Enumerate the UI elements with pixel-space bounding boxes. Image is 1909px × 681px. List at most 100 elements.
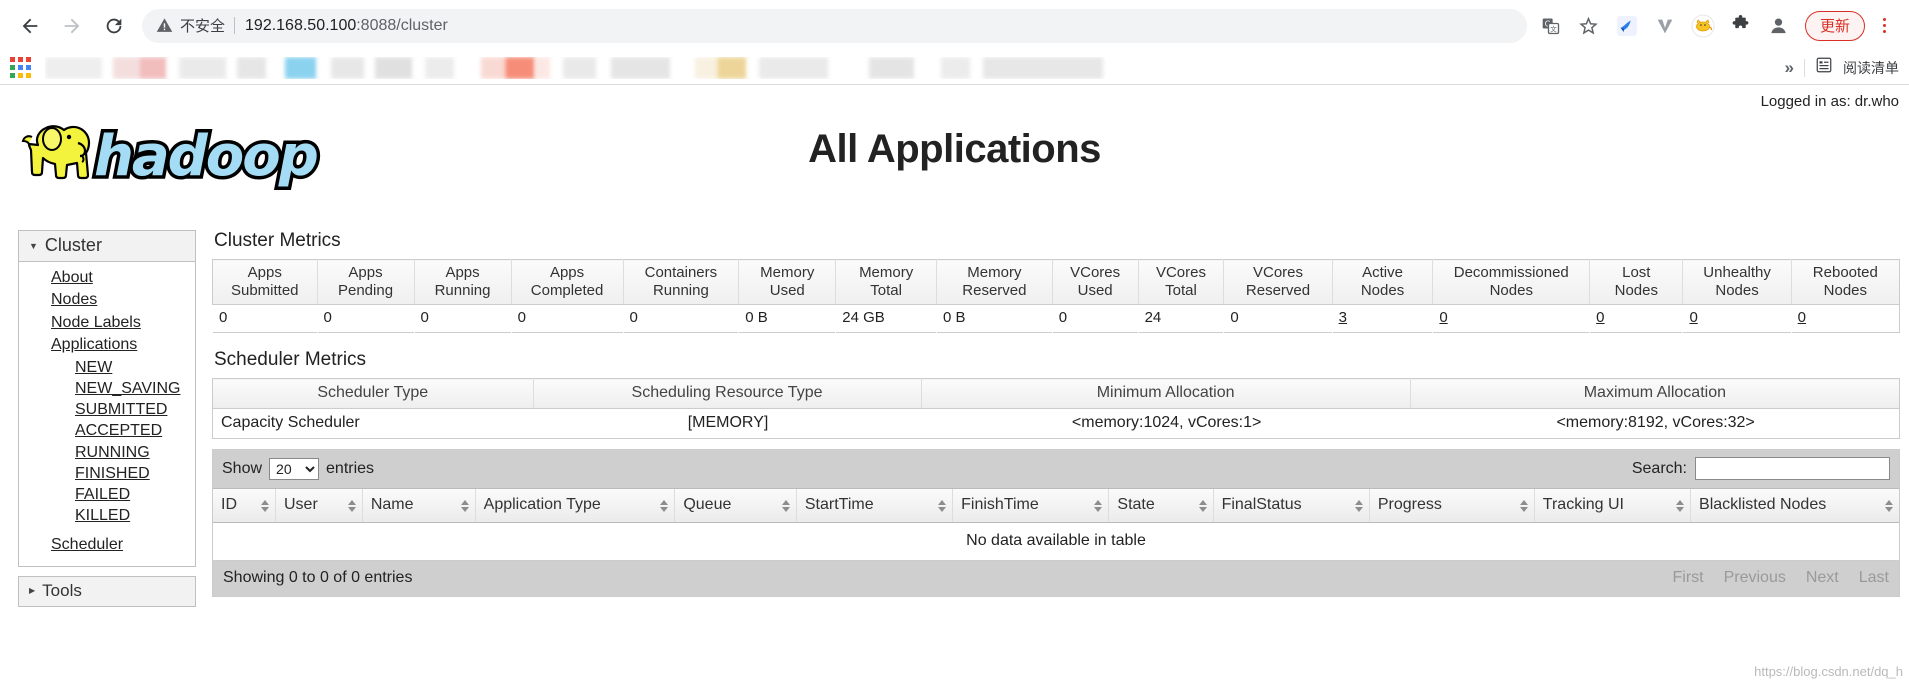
- bookmark-item[interactable]: [413, 56, 425, 79]
- bookmark-item[interactable]: [551, 56, 563, 79]
- reload-icon[interactable]: [94, 6, 134, 46]
- bookmark-item[interactable]: [331, 56, 365, 79]
- sidebar-tools-header[interactable]: ▶ Tools: [19, 576, 195, 606]
- cluster-metric-link[interactable]: 0: [1596, 309, 1604, 326]
- sidebar-link-new-saving[interactable]: NEW_SAVING: [19, 378, 195, 399]
- apps-column-finishtime[interactable]: FinishTime: [952, 489, 1109, 524]
- pager-next[interactable]: Next: [1806, 569, 1839, 587]
- datatable-pagination: First Previous Next Last: [1672, 569, 1889, 587]
- bookmark-item[interactable]: [425, 56, 455, 79]
- bookmark-item[interactable]: [103, 56, 113, 79]
- bird-extension-icon[interactable]: [1609, 8, 1645, 44]
- apps-column-finalstatus[interactable]: FinalStatus: [1212, 489, 1370, 524]
- cluster-metric-value[interactable]: 0: [1433, 305, 1590, 333]
- apps-column-blacklisted-nodes[interactable]: Blacklisted Nodes: [1690, 489, 1899, 524]
- bookmark-item[interactable]: [971, 56, 983, 79]
- cluster-metric-value[interactable]: 0: [1683, 305, 1791, 333]
- bookmark-item[interactable]: [139, 56, 167, 79]
- bookmark-item[interactable]: [285, 56, 317, 79]
- bookmark-item[interactable]: [747, 56, 759, 79]
- bookmark-item[interactable]: [611, 56, 671, 79]
- bookmark-item[interactable]: [915, 56, 941, 79]
- cluster-metric-value: 0: [323, 309, 332, 327]
- update-button[interactable]: 更新: [1804, 10, 1865, 41]
- bookmark-item[interactable]: [941, 56, 971, 79]
- cat-extension-icon[interactable]: [1685, 8, 1721, 44]
- apps-column-tracking-ui[interactable]: Tracking UI: [1533, 489, 1691, 524]
- forward-arrow-icon[interactable]: [52, 6, 92, 46]
- bookmark-item[interactable]: [365, 56, 375, 79]
- bookmark-item[interactable]: [317, 56, 331, 79]
- cluster-metric-link[interactable]: 3: [1339, 309, 1347, 326]
- sidebar-link-finished[interactable]: FINISHED: [19, 463, 195, 484]
- star-icon[interactable]: [1571, 8, 1607, 44]
- apps-column-application-type[interactable]: Application Type: [474, 489, 675, 524]
- bookmark-item[interactable]: [505, 56, 535, 79]
- apps-column-user[interactable]: User: [275, 489, 363, 524]
- bookmark-item[interactable]: [455, 56, 481, 79]
- sidebar-link-submitted[interactable]: SUBMITTED: [19, 399, 195, 420]
- apps-column-name[interactable]: Name: [361, 489, 476, 524]
- bookmark-item[interactable]: [983, 56, 1103, 79]
- blurred-bookmark-items[interactable]: [45, 56, 1775, 79]
- sidebar-link-about[interactable]: About: [19, 267, 195, 289]
- cluster-metric-value[interactable]: 0: [1590, 305, 1683, 333]
- apps-grid-icon[interactable]: [10, 57, 31, 78]
- profile-avatar-icon[interactable]: [1761, 8, 1797, 44]
- bookmark-item[interactable]: [179, 56, 227, 79]
- sidebar-link-applications[interactable]: Applications: [19, 334, 195, 356]
- sidebar-link-nodes[interactable]: Nodes: [19, 289, 195, 311]
- bookmark-item[interactable]: [563, 56, 597, 79]
- bookmark-item[interactable]: [167, 56, 179, 79]
- three-dot-menu-icon[interactable]: [1869, 8, 1899, 44]
- reading-list-icon[interactable]: [1815, 56, 1833, 79]
- bookmark-item[interactable]: [45, 56, 103, 79]
- bookmarks-overflow-icon[interactable]: »: [1785, 58, 1794, 78]
- address-bar[interactable]: 不安全 192.168.50.100:8088/cluster: [142, 8, 1527, 43]
- translate-icon[interactable]: G 文: [1533, 8, 1569, 44]
- cluster-metric-value[interactable]: 3: [1332, 305, 1433, 333]
- sidebar-link-accepted[interactable]: ACCEPTED: [19, 420, 195, 441]
- apps-column-progress[interactable]: Progress: [1368, 489, 1535, 524]
- back-arrow-icon[interactable]: [10, 6, 50, 46]
- bookmark-item[interactable]: [759, 56, 829, 79]
- puzzle-extensions-icon[interactable]: [1723, 8, 1759, 44]
- sidebar-link-new[interactable]: NEW: [19, 357, 195, 378]
- pager-previous[interactable]: Previous: [1724, 569, 1786, 587]
- search-input[interactable]: [1695, 457, 1890, 481]
- bookmark-item[interactable]: [481, 56, 505, 79]
- applications-table: ID User Name Application Type Queue StartTime…: [213, 489, 1899, 524]
- sidebar-link-killed[interactable]: KILLED: [19, 505, 195, 526]
- bookmark-item[interactable]: [375, 56, 413, 79]
- sidebar-cluster-header[interactable]: ▼ Cluster: [19, 231, 195, 262]
- reading-list-label[interactable]: 阅读清单: [1843, 58, 1899, 78]
- apps-column-starttime[interactable]: StartTime: [795, 489, 953, 524]
- cluster-metric-link[interactable]: 0: [1439, 309, 1447, 326]
- pager-last[interactable]: Last: [1859, 569, 1889, 587]
- sidebar-link-node-labels[interactable]: Node Labels: [19, 312, 195, 334]
- sidebar-link-running[interactable]: RUNNING: [19, 442, 195, 463]
- bookmark-item[interactable]: [829, 56, 869, 79]
- sidebar-link-scheduler[interactable]: Scheduler: [19, 534, 195, 556]
- sidebar-tools-group[interactable]: ▶ Tools: [18, 575, 196, 607]
- cluster-metric-link[interactable]: 0: [1798, 309, 1806, 326]
- apps-column-queue[interactable]: Queue: [674, 489, 797, 524]
- sidebar-link-failed[interactable]: FAILED: [19, 484, 195, 505]
- bookmark-item[interactable]: [717, 56, 747, 79]
- page-length-select[interactable]: 2050100: [269, 457, 320, 480]
- apps-column-id[interactable]: ID: [213, 489, 276, 524]
- bookmark-item[interactable]: [237, 56, 267, 79]
- bookmark-item[interactable]: [597, 56, 611, 79]
- bookmark-item[interactable]: [671, 56, 695, 79]
- bookmark-item[interactable]: [869, 56, 915, 79]
- cluster-metric-value[interactable]: 0: [1791, 305, 1899, 333]
- pager-first[interactable]: First: [1672, 569, 1703, 587]
- apps-column-state[interactable]: State: [1108, 489, 1214, 524]
- bookmark-item[interactable]: [695, 56, 717, 79]
- bookmark-item[interactable]: [535, 56, 551, 79]
- bookmark-item[interactable]: [267, 56, 285, 79]
- v-extension-icon[interactable]: [1647, 8, 1683, 44]
- bookmark-item[interactable]: [227, 56, 237, 79]
- bookmark-item[interactable]: [113, 56, 139, 79]
- cluster-metric-link[interactable]: 0: [1689, 309, 1697, 326]
